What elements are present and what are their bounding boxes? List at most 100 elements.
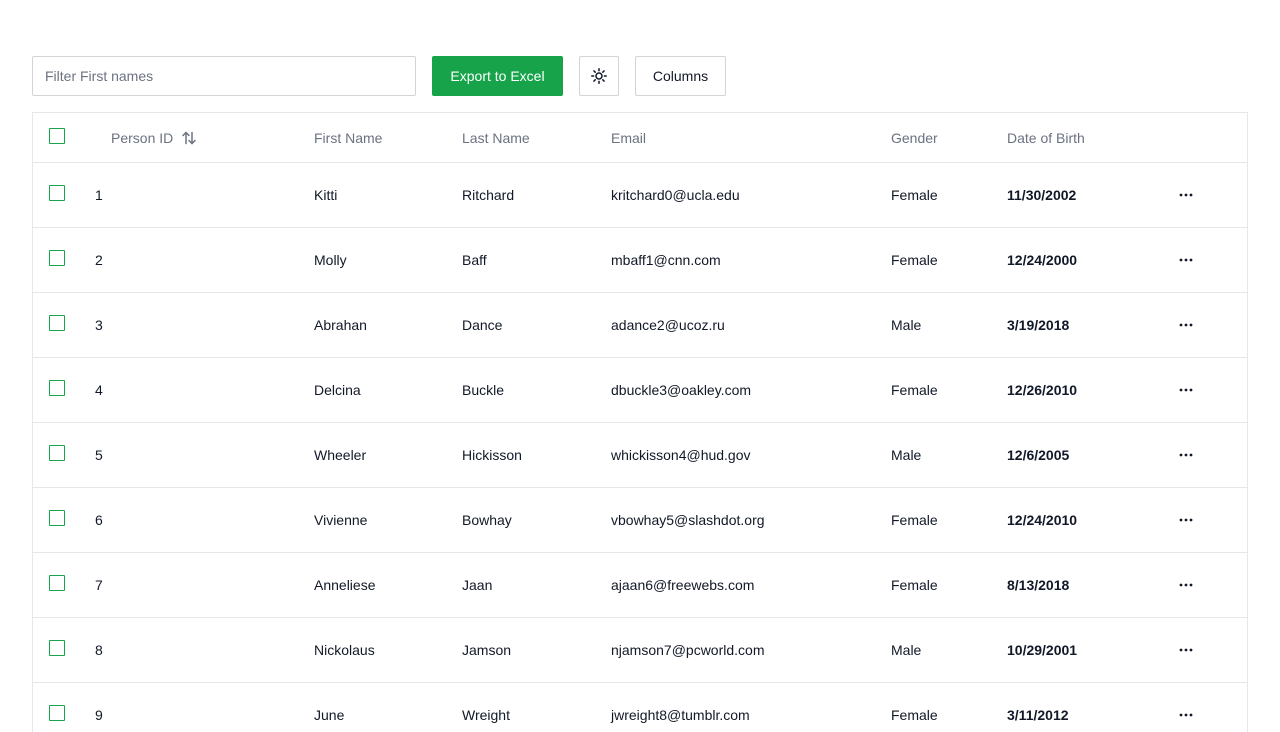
cell-gender: Female	[891, 382, 938, 398]
columns-button[interactable]: Columns	[635, 56, 726, 96]
cell-email: kritchard0@ucla.edu	[611, 187, 740, 203]
cell-date-of-birth: 12/6/2005	[1007, 447, 1070, 463]
toolbar: Export to Excel Columns	[32, 56, 726, 96]
cell-first-name: Vivienne	[314, 512, 368, 528]
cell-last-name: Dance	[462, 317, 503, 333]
more-horizontal-icon	[1179, 193, 1193, 197]
row-actions-button[interactable]	[1174, 683, 1198, 732]
cell-date-of-birth: 11/30/2002	[1007, 187, 1077, 203]
cell-email: mbaff1@cnn.com	[611, 252, 721, 268]
row-select-checkbox[interactable]	[49, 185, 65, 201]
cell-first-name: Kitti	[314, 187, 338, 203]
cell-gender: Female	[891, 252, 938, 268]
cell-person-id: 8	[95, 642, 103, 658]
more-horizontal-icon	[1179, 583, 1193, 587]
cell-first-name: Nickolaus	[314, 642, 375, 658]
row-select-checkbox[interactable]	[49, 250, 65, 266]
cell-first-name: Molly	[314, 252, 347, 268]
cell-date-of-birth: 12/24/2010	[1007, 512, 1078, 528]
cell-date-of-birth: 10/29/2001	[1007, 642, 1078, 658]
more-horizontal-icon	[1179, 323, 1193, 327]
cell-email: ajaan6@freewebs.com	[611, 577, 755, 593]
people-table: Person ID First Name Last Name Email Gen…	[32, 112, 1248, 732]
more-horizontal-icon	[1179, 713, 1193, 717]
cell-last-name: Buckle	[462, 382, 505, 398]
cell-email: dbuckle3@oakley.com	[611, 382, 752, 398]
sun-icon	[591, 68, 607, 84]
cell-first-name: Wheeler	[314, 447, 367, 463]
row-select-checkbox[interactable]	[49, 315, 65, 331]
cell-person-id: 1	[95, 187, 103, 203]
table-header-row: Person ID First Name Last Name Email Gen…	[33, 113, 1247, 163]
row-actions-button[interactable]	[1174, 228, 1198, 292]
cell-date-of-birth: 12/26/2010	[1007, 382, 1078, 398]
more-horizontal-icon	[1179, 453, 1193, 457]
cell-first-name: Abrahan	[314, 317, 367, 333]
row-select-checkbox[interactable]	[49, 640, 65, 656]
column-header-first-name[interactable]: First Name	[314, 113, 382, 162]
row-select-checkbox[interactable]	[49, 510, 65, 526]
more-horizontal-icon	[1179, 648, 1193, 652]
row-select-checkbox[interactable]	[49, 445, 65, 461]
cell-date-of-birth: 12/24/2000	[1007, 252, 1078, 268]
row-actions-button[interactable]	[1174, 488, 1198, 552]
column-header-gender[interactable]: Gender	[891, 113, 938, 162]
row-actions-button[interactable]	[1174, 618, 1198, 682]
column-header-label: Person ID	[111, 129, 174, 146]
cell-last-name: Jamson	[462, 642, 512, 658]
more-horizontal-icon	[1179, 388, 1193, 392]
cell-gender: Male	[891, 447, 922, 463]
table-body: 1 Kitti Ritchard kritchard0@ucla.edu Fem…	[33, 163, 1247, 732]
filter-first-names-input[interactable]	[32, 56, 416, 96]
cell-date-of-birth: 8/13/2018	[1007, 577, 1070, 593]
row-actions-button[interactable]	[1174, 553, 1198, 617]
table-row: 2 Molly Baff mbaff1@cnn.com Female 12/24…	[33, 228, 1247, 293]
table-row: 3 Abrahan Dance adance2@ucoz.ru Male 3/1…	[33, 293, 1247, 358]
row-select-checkbox[interactable]	[49, 575, 65, 591]
cell-last-name: Wreight	[462, 707, 510, 723]
cell-email: vbowhay5@slashdot.org	[611, 512, 765, 528]
cell-email: adance2@ucoz.ru	[611, 317, 725, 333]
column-header-last-name[interactable]: Last Name	[462, 113, 530, 162]
row-select-checkbox[interactable]	[49, 705, 65, 721]
table-row: 7 Anneliese Jaan ajaan6@freewebs.com Fem…	[33, 553, 1247, 618]
cell-first-name: Anneliese	[314, 577, 376, 593]
column-header-person-id[interactable]: Person ID	[111, 113, 197, 162]
row-actions-button[interactable]	[1174, 293, 1198, 357]
row-select-checkbox[interactable]	[49, 380, 65, 396]
cell-email: jwreight8@tumblr.com	[611, 707, 750, 723]
more-horizontal-icon	[1179, 518, 1193, 522]
table-row: 1 Kitti Ritchard kritchard0@ucla.edu Fem…	[33, 163, 1247, 228]
row-actions-button[interactable]	[1174, 423, 1198, 487]
cell-person-id: 6	[95, 512, 103, 528]
table-row: 9 June Wreight jwreight8@tumblr.com Fema…	[33, 683, 1247, 732]
cell-last-name: Hickisson	[462, 447, 522, 463]
column-header-date-of-birth[interactable]: Date of Birth	[1007, 113, 1085, 162]
column-header-email[interactable]: Email	[611, 113, 646, 162]
table-row: 8 Nickolaus Jamson njamson7@pcworld.com …	[33, 618, 1247, 683]
cell-date-of-birth: 3/11/2012	[1007, 707, 1069, 723]
cell-gender: Female	[891, 577, 938, 593]
cell-gender: Female	[891, 187, 938, 203]
more-horizontal-icon	[1179, 258, 1193, 262]
row-actions-button[interactable]	[1174, 358, 1198, 422]
table-row: 4 Delcina Buckle dbuckle3@oakley.com Fem…	[33, 358, 1247, 423]
cell-date-of-birth: 3/19/2018	[1007, 317, 1070, 333]
cell-gender: Female	[891, 512, 938, 528]
theme-toggle-button[interactable]	[579, 56, 619, 96]
export-to-excel-button[interactable]: Export to Excel	[432, 56, 563, 96]
cell-last-name: Ritchard	[462, 187, 515, 203]
cell-person-id: 3	[95, 317, 103, 333]
cell-first-name: Delcina	[314, 382, 361, 398]
cell-email: njamson7@pcworld.com	[611, 642, 765, 658]
table-row: 5 Wheeler Hickisson whickisson4@hud.gov …	[33, 423, 1247, 488]
select-all-checkbox[interactable]	[49, 128, 65, 144]
row-actions-button[interactable]	[1174, 163, 1198, 227]
sort-arrows-icon[interactable]	[181, 130, 197, 146]
cell-last-name: Jaan	[462, 577, 493, 593]
cell-gender: Female	[891, 707, 938, 723]
cell-person-id: 4	[95, 382, 103, 398]
cell-first-name: June	[314, 707, 345, 723]
cell-person-id: 7	[95, 577, 103, 593]
cell-email: whickisson4@hud.gov	[611, 447, 751, 463]
